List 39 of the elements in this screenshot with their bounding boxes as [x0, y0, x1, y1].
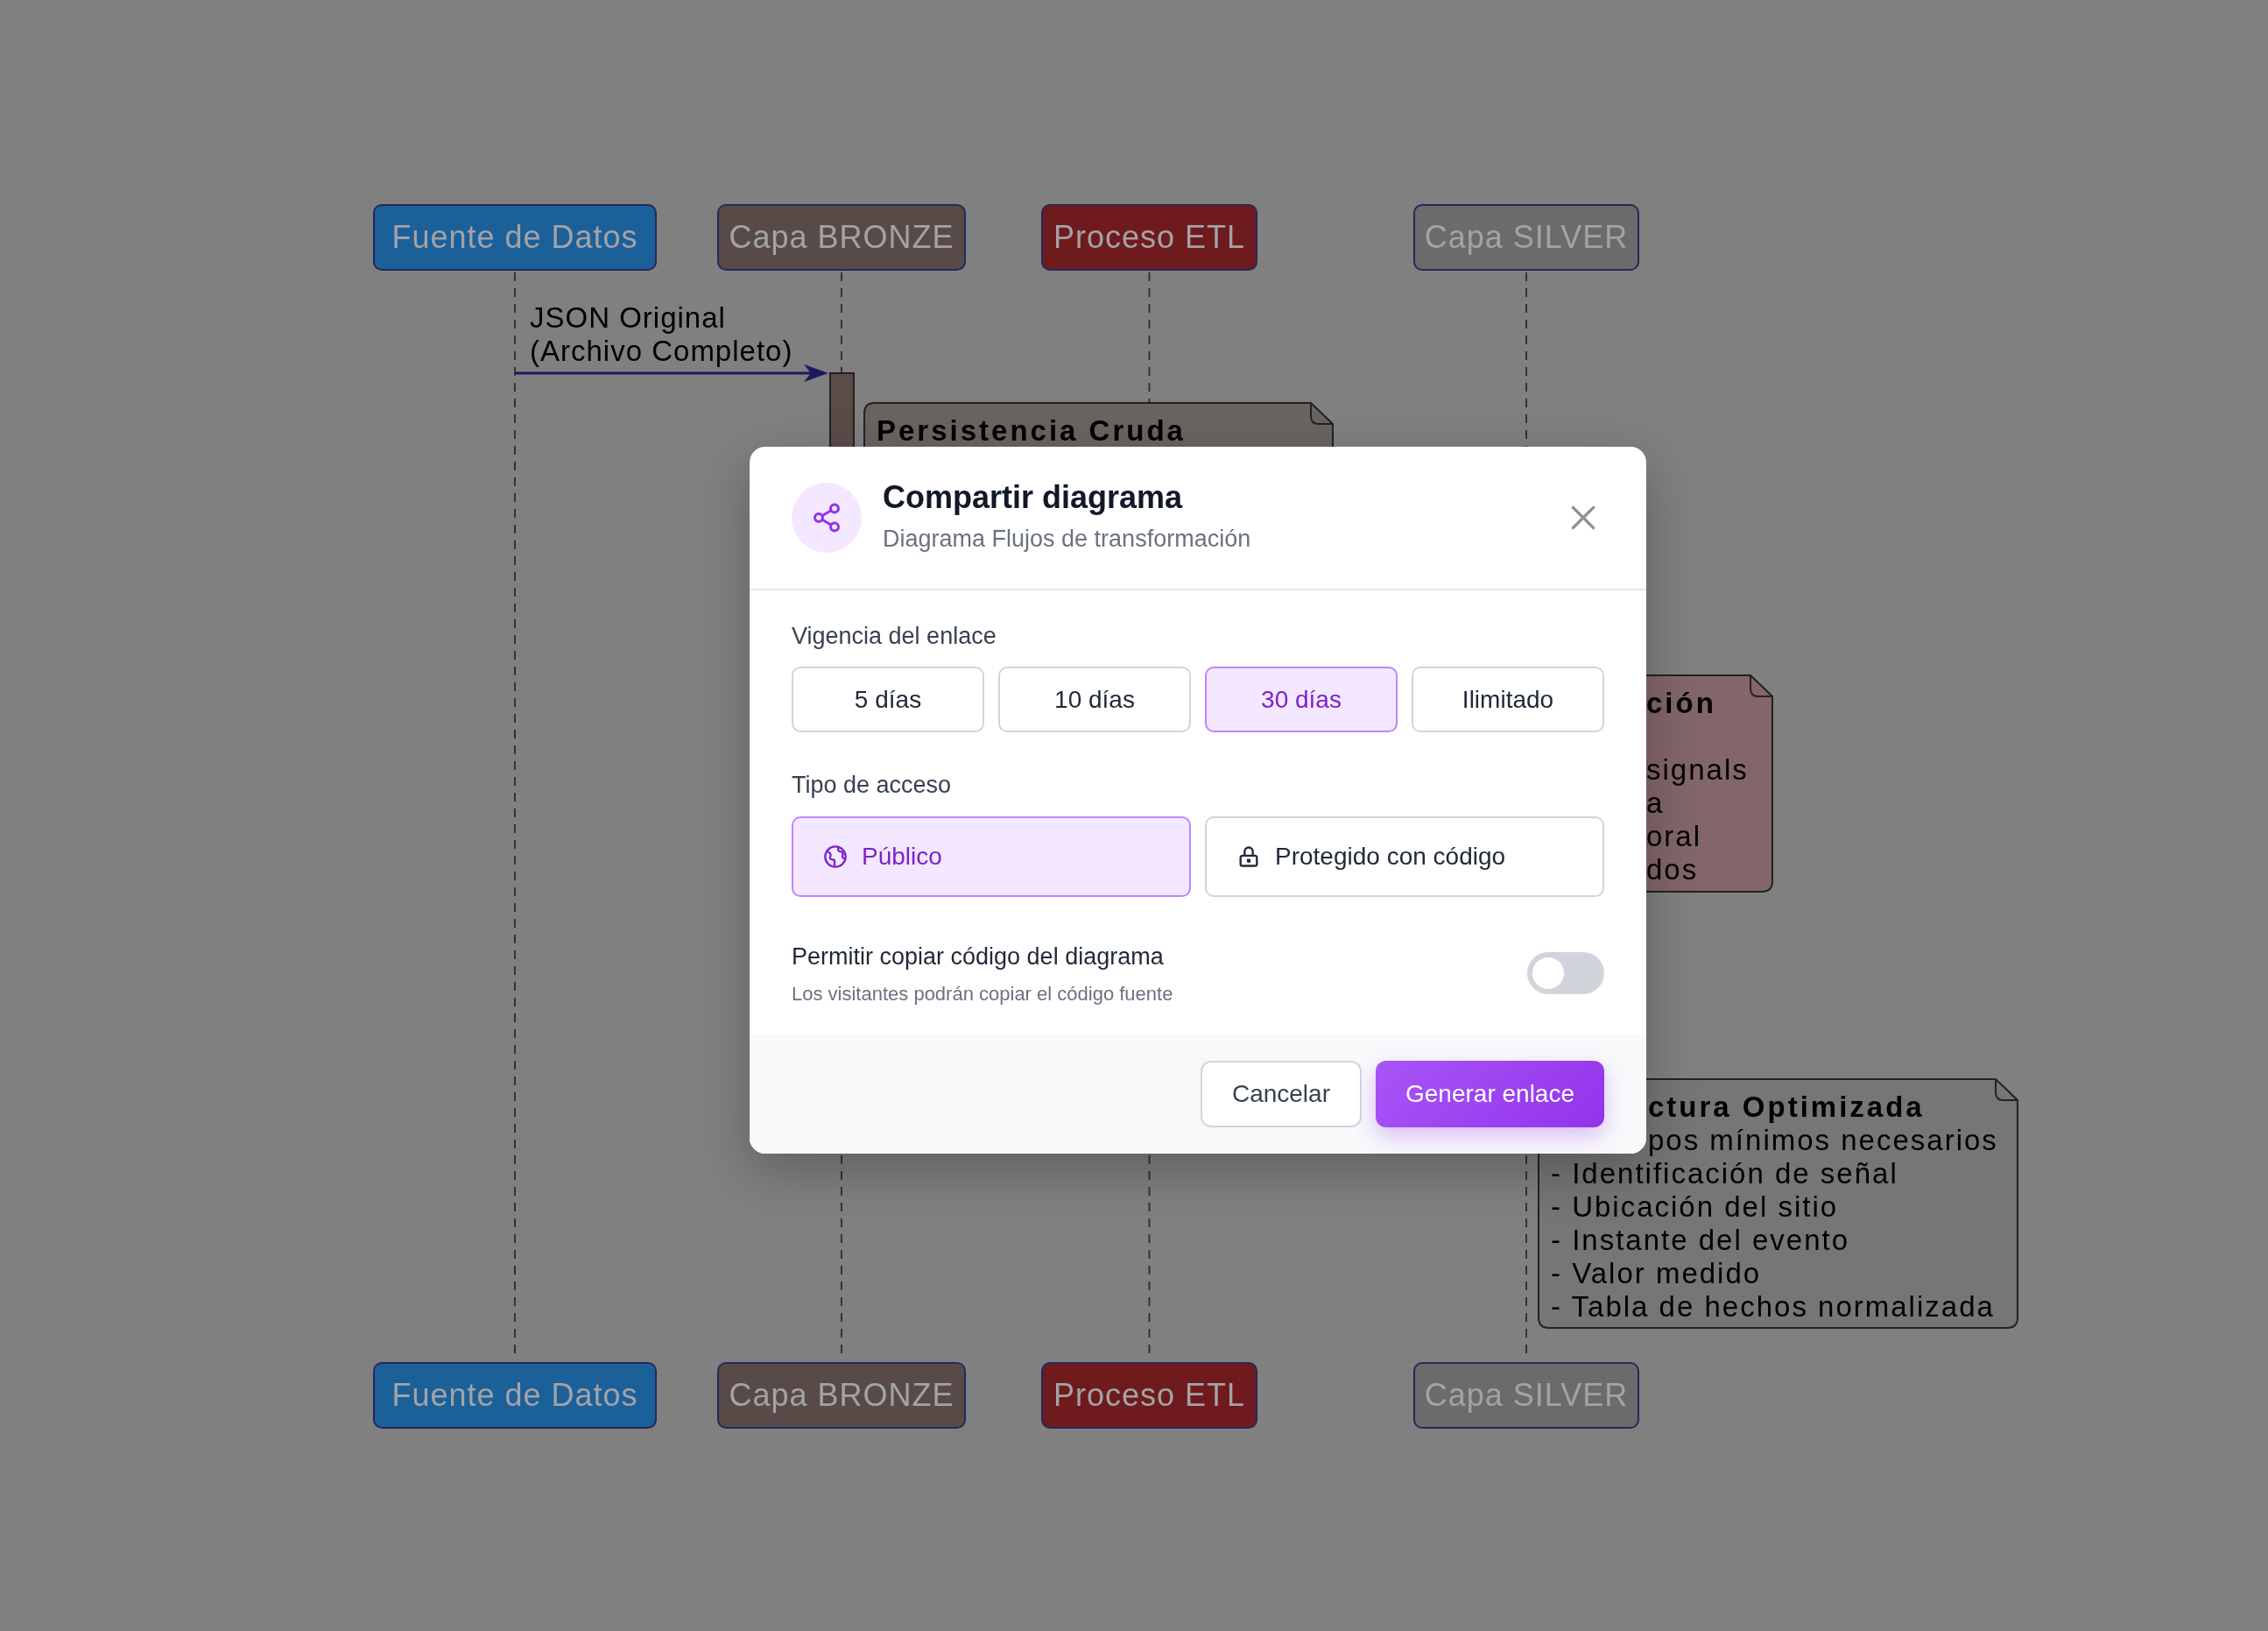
note-text: - Tabla de hechos normalizada	[1551, 1290, 1995, 1324]
participant-box: Proceso ETL	[1041, 204, 1257, 271]
note-text: - Identificación de señal	[1551, 1157, 1898, 1190]
dialog-subtitle: Diagrama Flujos de transformación	[883, 525, 1252, 554]
dialog-title: Compartir diagrama	[883, 478, 1184, 517]
participant-box: Capa SILVER	[1413, 204, 1639, 271]
duration-option[interactable]: 5 días	[792, 667, 984, 733]
participant-box: Capa BRONZE	[717, 204, 966, 271]
generate-link-button[interactable]: Generar enlace	[1376, 1061, 1604, 1128]
note-text: - Valor medido	[1551, 1257, 1762, 1290]
note-text: a	[1646, 787, 1665, 820]
section-label: Vigencia del enlace	[792, 621, 997, 651]
access-option[interactable]: Público	[792, 816, 1191, 897]
participant-box: Fuente de Datos	[373, 204, 657, 271]
note-text: dos	[1646, 853, 1699, 886]
note-title: ción	[1646, 687, 1716, 721]
access-option[interactable]: Protegido con código	[1205, 816, 1604, 897]
note-text: signals	[1646, 753, 1749, 787]
duration-option[interactable]: 10 días	[998, 667, 1191, 733]
note-text: - Instante del evento	[1551, 1224, 1850, 1257]
toggle-switch[interactable]	[1527, 952, 1604, 995]
participant-box: Capa BRONZE	[717, 1362, 966, 1429]
message-label: (Archivo Completo)	[530, 335, 793, 368]
note-title: Persistencia Cruda	[877, 414, 1186, 448]
note-text: - Ubicación del sitio	[1551, 1190, 1839, 1224]
participant-box: Capa SILVER	[1413, 1362, 1639, 1429]
duration-option[interactable]: 30 días	[1205, 667, 1398, 733]
participant-box: Fuente de Datos	[373, 1362, 657, 1429]
participant-box: Proceso ETL	[1041, 1362, 1257, 1429]
note-text: oral	[1646, 820, 1702, 853]
toggle-description: Los visitantes podrán copiar el código fuente	[792, 982, 1173, 1007]
globe-icon	[823, 844, 848, 869]
note-text: pos mínimos necesarios	[1648, 1124, 1998, 1157]
message-label: JSON Original	[530, 301, 727, 335]
cancel-button[interactable]: Cancelar	[1200, 1061, 1362, 1128]
section-label: Tipo de acceso	[792, 771, 953, 801]
toggle-label: Permitir copiar código del diagrama	[792, 942, 1165, 971]
duration-option[interactable]: Ilimitado	[1412, 667, 1604, 733]
note-title: ctura Optimizada	[1648, 1091, 1925, 1124]
